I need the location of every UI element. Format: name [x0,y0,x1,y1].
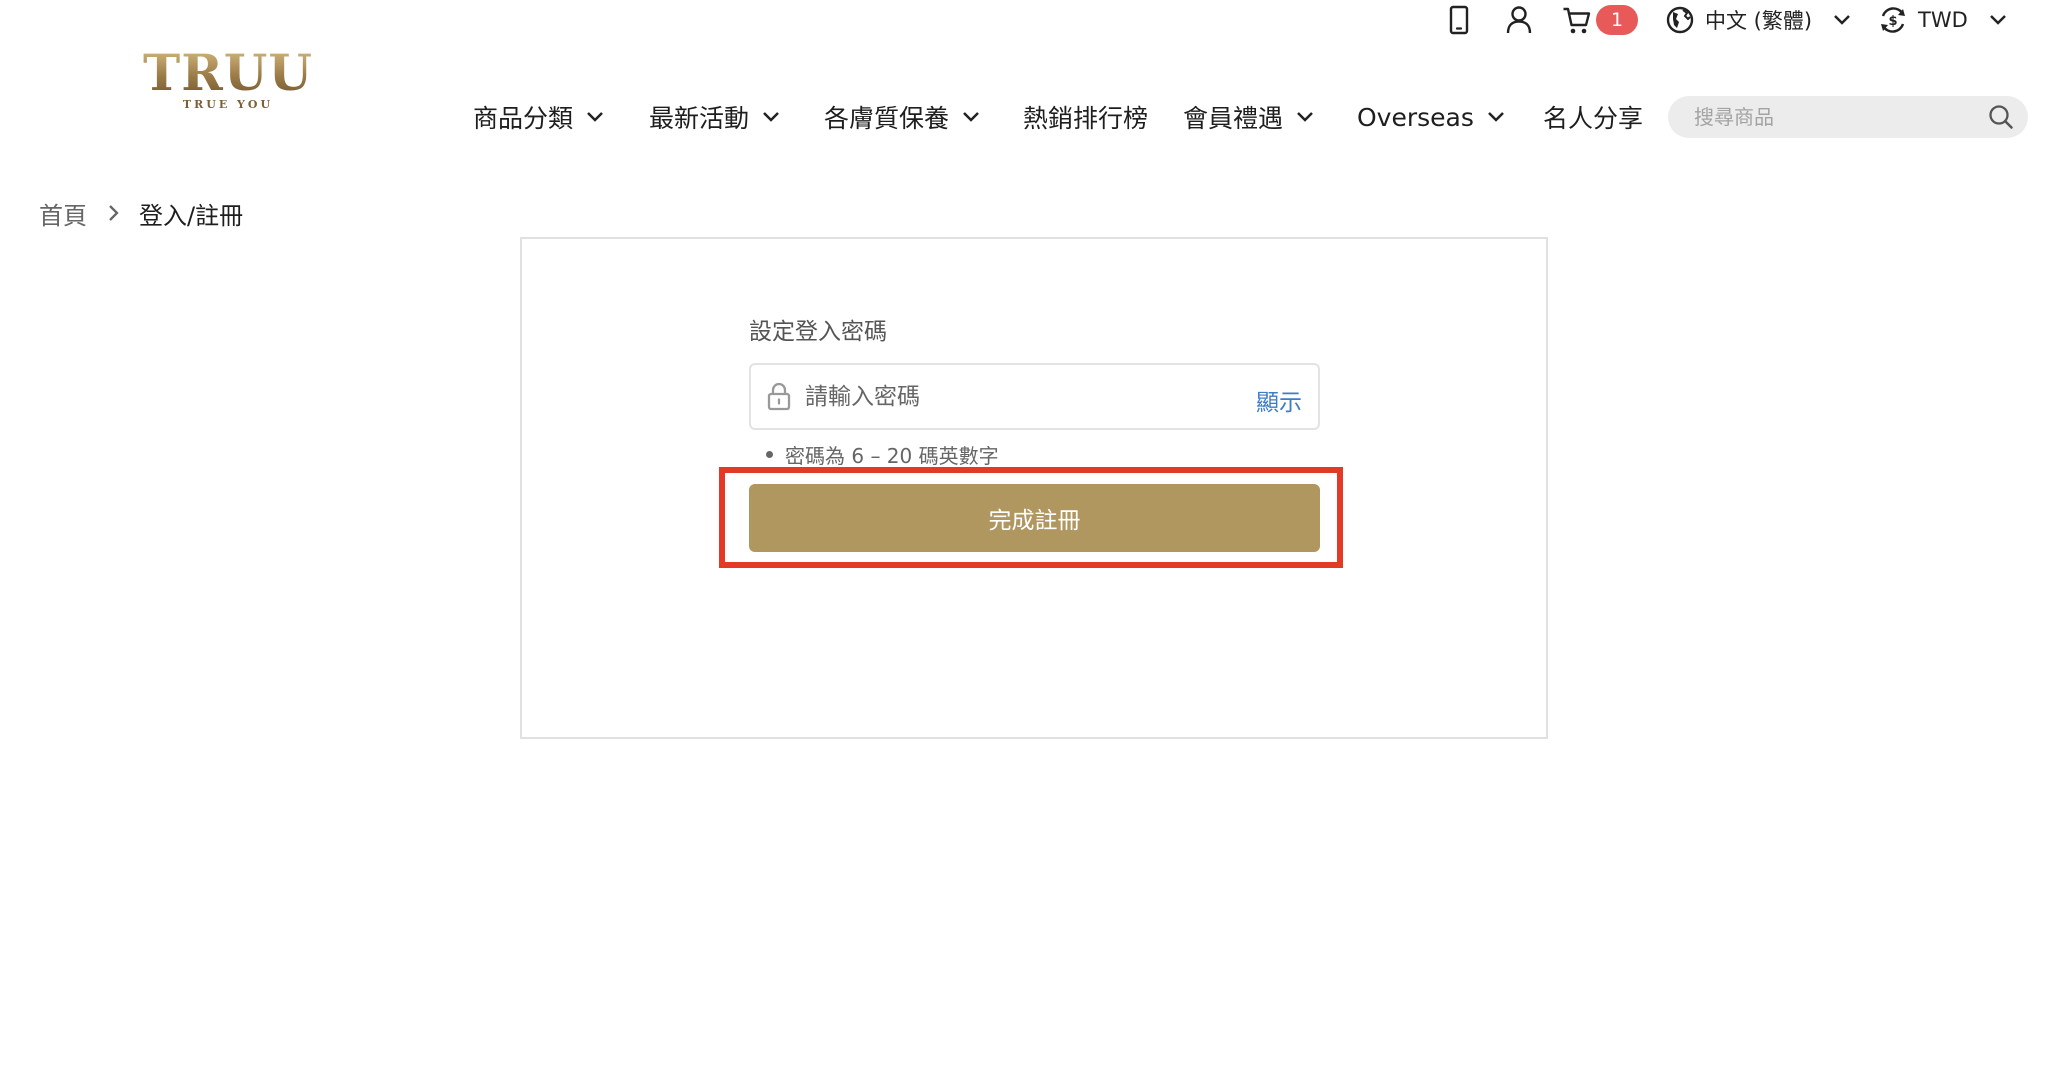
password-input[interactable] [803,365,1203,428]
mobile-app-button[interactable] [1448,0,1470,40]
chevron-down-icon [963,112,979,122]
mobile-phone-icon [1448,5,1470,35]
complete-registration-button[interactable]: 完成註冊 [749,484,1320,552]
currency-selector[interactable]: $ TWD [1878,0,2008,40]
nav-item-member-benefits[interactable]: 會員禮遇 [1183,95,1315,139]
account-button[interactable] [1505,0,1533,40]
cart-button[interactable]: 1 [1562,0,1638,40]
set-password-label: 設定登入密碼 [749,319,887,345]
show-password-toggle[interactable]: 顯示 [1256,383,1302,417]
chevron-down-icon [587,112,603,122]
nav-item-celebrity-share[interactable]: 名人分享 [1543,95,1643,139]
chevron-down-icon [1832,13,1852,27]
nav-item-label: Overseas [1357,102,1474,132]
password-hint-text: 密碼為 6 – 20 碼英數字 [785,444,999,468]
language-label: 中文 (繁體) [1705,9,1813,33]
svg-text:$: $ [1888,14,1897,29]
chevron-down-icon [1297,112,1313,122]
nav-item-label: 各膚質保養 [824,104,950,133]
currency-exchange-icon: $ [1878,5,1908,35]
cart-icon [1562,5,1592,35]
lock-icon [765,381,793,411]
logo-wordmark: TRUU [143,43,313,102]
breadcrumb: 首頁 登入/註冊 [39,196,243,230]
currency-label: TWD [1918,8,1968,32]
chevron-right-icon [109,205,119,221]
bullet-icon [766,451,773,458]
globe-icon [1665,5,1695,35]
search-input[interactable] [1692,96,1972,138]
nav-item-label: 會員禮遇 [1183,104,1284,133]
user-icon [1505,5,1533,35]
site-header: TRUU TRUE YOU 1 中文 (繁體) $ TWD 商品分類 最新活動 … [0,0,2048,150]
cart-count-badge: 1 [1596,5,1638,35]
chevron-down-icon [763,112,779,122]
chevron-down-icon [1988,13,2008,27]
nav-item-skin-care[interactable]: 各膚質保養 [824,95,981,139]
language-selector[interactable]: 中文 (繁體) [1665,0,1852,40]
chevron-down-icon [1488,112,1504,122]
nav-item-label: 名人分享 [1543,104,1644,133]
nav-item-label: 最新活動 [649,104,750,133]
password-field: 顯示 [749,363,1320,430]
nav-item-label: 熱銷排行榜 [1023,104,1149,133]
nav-item-bestsellers[interactable]: 熱銷排行榜 [1023,95,1148,139]
search-icon[interactable] [1988,104,2014,130]
breadcrumb-current: 登入/註冊 [139,201,244,230]
nav-item-overseas[interactable]: Overseas [1357,95,1506,139]
search-bar [1668,96,2028,138]
password-hint: 密碼為 6 – 20 碼英數字 [766,440,999,469]
nav-item-label: 商品分類 [473,104,574,133]
breadcrumb-home-link[interactable]: 首頁 [39,196,87,231]
nav-item-latest-events[interactable]: 最新活動 [649,95,781,139]
nav-item-product-categories[interactable]: 商品分類 [473,95,605,139]
